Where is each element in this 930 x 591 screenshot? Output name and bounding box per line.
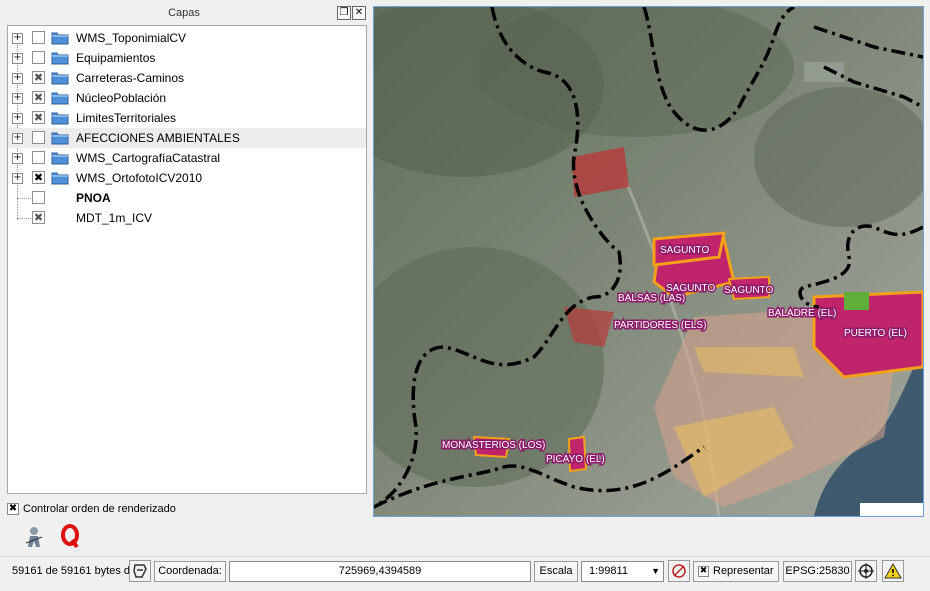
- layer-group-icon: [51, 50, 69, 65]
- rotation-button[interactable]: [668, 560, 690, 582]
- layer-item[interactable]: + WMS_CartografíaCatastral: [8, 148, 366, 168]
- stop-render-icon: [133, 564, 147, 578]
- expand-icon[interactable]: +: [12, 133, 23, 144]
- layer-group-icon: [51, 110, 69, 125]
- layer-group-icon: [51, 130, 69, 145]
- layer-visibility-checkbox[interactable]: ✖: [32, 111, 45, 124]
- layer-label: Equipamientos: [76, 51, 156, 65]
- close-icon: ✕: [354, 7, 364, 18]
- map-canvas[interactable]: SAGUNTO SAGUNTO SAGUNTO BALSAS (LAS) PAR…: [373, 6, 924, 517]
- scale-label: Escala: [534, 561, 578, 582]
- map-label: SAGUNTO: [660, 245, 709, 256]
- q-plugin-button[interactable]: [58, 523, 84, 549]
- render-order-label: Controlar orden de renderizado: [23, 503, 176, 515]
- layer-visibility-checkbox[interactable]: ✖: [32, 71, 45, 84]
- coordinate-field[interactable]: 725969,4394589: [229, 561, 531, 582]
- layer-item[interactable]: + Equipamientos: [8, 48, 366, 68]
- layer-item[interactable]: + WMS_ToponimialCV: [8, 28, 366, 48]
- layer-visibility-checkbox[interactable]: [32, 191, 45, 204]
- expand-icon[interactable]: +: [12, 53, 23, 64]
- map-image: SAGUNTO SAGUNTO SAGUNTO BALSAS (LAS) PAR…: [374, 7, 923, 516]
- chevron-down-icon[interactable]: ▼: [651, 562, 660, 581]
- layer-item[interactable]: PNOA: [8, 188, 366, 208]
- layer-label: AFECCIONES AMBIENTALES: [76, 131, 240, 145]
- identify-button[interactable]: [22, 523, 48, 549]
- no-rotation-icon: [672, 564, 686, 578]
- layer-item[interactable]: + ✖ Carreteras-Caminos: [8, 68, 366, 88]
- panel-title: Capas: [168, 7, 200, 19]
- layer-label: PNOA: [76, 191, 111, 205]
- status-bar: 59161 de 59161 bytes d Coordenada: 72596…: [0, 556, 930, 587]
- layer-label: WMS_OrtofotoICV2010: [76, 171, 203, 185]
- layer-visibility-checkbox[interactable]: [32, 51, 45, 64]
- expand-icon[interactable]: +: [12, 153, 23, 164]
- scale-value: 1:99811: [589, 565, 628, 577]
- map-label: SAGUNTO: [724, 285, 773, 296]
- layer-item[interactable]: + AFECCIONES AMBIENTALES: [8, 128, 366, 148]
- warning-icon: [884, 562, 902, 579]
- layer-visibility-checkbox[interactable]: ✖: [32, 91, 45, 104]
- map-label: PUERTO (EL): [844, 328, 907, 339]
- q-icon: [61, 524, 79, 549]
- layer-visibility-checkbox[interactable]: ✖: [32, 171, 45, 184]
- expand-icon[interactable]: +: [12, 113, 23, 124]
- crosshair-icon: [858, 563, 874, 579]
- layer-group-icon: [51, 170, 69, 185]
- layer-visibility-checkbox[interactable]: [32, 31, 45, 44]
- expand-icon[interactable]: +: [12, 33, 23, 44]
- float-icon: ❐: [339, 7, 349, 18]
- layer-label: Carreteras-Caminos: [76, 71, 185, 85]
- expand-icon[interactable]: +: [12, 173, 23, 184]
- expand-icon[interactable]: +: [12, 73, 23, 84]
- layer-item[interactable]: ✖ MDT_1m_ICV: [8, 208, 366, 228]
- layer-item[interactable]: + ✖ LimitesTerritoriales: [8, 108, 366, 128]
- scale-combo[interactable]: 1:99811 ▼: [581, 561, 664, 582]
- layer-group-icon: [51, 30, 69, 45]
- layer-group-icon: [51, 150, 69, 165]
- crs-button[interactable]: EPSG:25830: [783, 561, 852, 582]
- render-label: Representar: [713, 565, 774, 577]
- identify-icon: [25, 527, 43, 547]
- layer-item[interactable]: + ✖ WMS_OrtofotoICV2010: [8, 168, 366, 188]
- layer-label: LimitesTerritoriales: [76, 111, 177, 125]
- progress-text: 59161 de 59161 bytes d: [12, 565, 131, 577]
- messages-button[interactable]: [882, 560, 904, 582]
- layer-label: NúcleoPoblación: [76, 91, 167, 105]
- render-toggle[interactable]: ✖ Representar: [693, 561, 779, 582]
- map-label: MONASTERIOS (LOS): [442, 440, 545, 451]
- map-label: BALADRE (EL): [768, 308, 836, 319]
- layer-visibility-checkbox[interactable]: ✖: [32, 211, 45, 224]
- render-order-checkbox[interactable]: ✖: [7, 503, 19, 515]
- layer-label: WMS_CartografíaCatastral: [76, 151, 221, 165]
- layer-label: MDT_1m_ICV: [76, 211, 153, 225]
- layer-visibility-checkbox[interactable]: [32, 151, 45, 164]
- float-panel-button[interactable]: ❐: [337, 6, 351, 20]
- map-label: PICAYO (EL): [546, 454, 605, 465]
- render-checkbox[interactable]: ✖: [698, 566, 709, 577]
- layer-group-icon: [51, 90, 69, 105]
- layer-visibility-checkbox[interactable]: [32, 131, 45, 144]
- crs-status-button[interactable]: [855, 560, 877, 582]
- map-label: BALSAS (LAS): [618, 293, 685, 304]
- plugins-toolbar: [0, 519, 930, 555]
- stop-render-button[interactable]: [129, 560, 151, 582]
- layers-tree[interactable]: + WMS_ToponimialCV + Equipamientos + ✖ Carrete…: [7, 25, 367, 494]
- layer-label: WMS_ToponimialCV: [76, 31, 187, 45]
- layer-group-icon: [51, 70, 69, 85]
- close-panel-button[interactable]: ✕: [352, 6, 366, 20]
- map-label: PARTIDORES (ELS): [614, 320, 706, 331]
- expand-icon[interactable]: +: [12, 93, 23, 104]
- layer-item[interactable]: + ✖ NúcleoPoblación: [8, 88, 366, 108]
- coordinate-label: Coordenada:: [154, 561, 226, 582]
